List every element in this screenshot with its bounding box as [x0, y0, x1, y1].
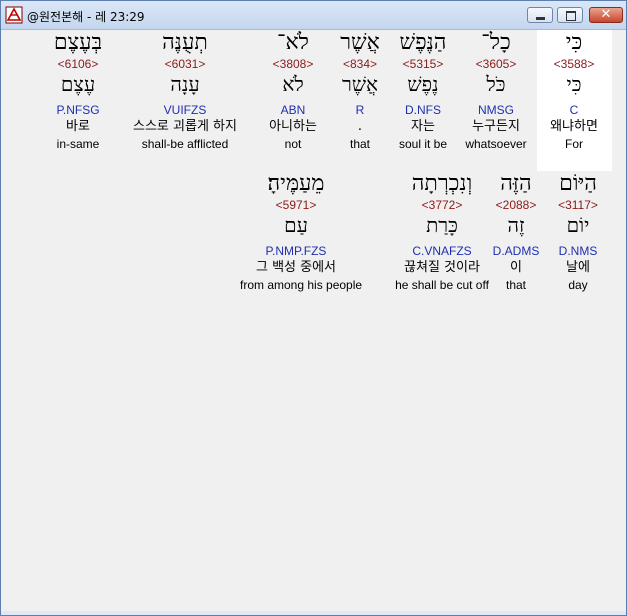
- lemma-word: עַם: [284, 213, 308, 237]
- korean-gloss: 끊쳐질 것이라: [404, 260, 480, 275]
- korean-gloss: 그 백성 중에서: [255, 260, 337, 275]
- word-column[interactable]: לֹא־ <3808> לֹא ABN 아니하는 not: [237, 32, 349, 154]
- minimize-icon: [536, 17, 545, 20]
- word-column[interactable]: תְעֻנֶּה <6031> עָנָה VUIFZS 스스로 괴롭게 하지 shall…: [129, 32, 241, 154]
- word-column[interactable]: וְנִכְרְתָה <3772> כָּרַת C.VNAFZS 끊쳐질 것이라 he…: [386, 173, 498, 295]
- hebrew-word: וְנִכְרְתָה: [411, 171, 473, 196]
- morphology-code: VUIFZS: [163, 103, 207, 117]
- close-button[interactable]: ✕: [589, 7, 623, 23]
- korean-gloss: 바로: [66, 119, 90, 134]
- hebrew-word: בְּעֶצֶם: [53, 30, 103, 55]
- hebrew-word: לֹא־: [277, 30, 309, 55]
- window-bottom-edge: [1, 611, 626, 615]
- lemma-word: לֹא: [282, 72, 304, 96]
- english-gloss: not: [284, 137, 302, 151]
- english-gloss: from among his people: [240, 278, 363, 292]
- korean-gloss: 아니하는: [269, 119, 317, 134]
- word-column[interactable]: בְּעֶצֶם <6106> עֶצֶם P.NFSG 바로 in-same: [22, 32, 134, 154]
- title-bar[interactable]: @원전본해 - 레 23:29 ✕: [1, 1, 626, 30]
- app-window: @원전본해 - 레 23:29 ✕ כִּי <3588> כִּי C 왜냐하면 For…: [0, 0, 627, 616]
- korean-gloss: 스스로 괴롭게 하지: [133, 119, 237, 134]
- lemma-word: עָנָה: [170, 72, 200, 96]
- maximize-icon: [566, 11, 576, 21]
- lemma-word: כָּרַת: [426, 213, 458, 237]
- maximize-button[interactable]: [557, 7, 583, 23]
- hebrew-word: מֵעַמֶּיהָ׃: [267, 171, 325, 196]
- morphology-code: P.NMP.FZS: [265, 244, 327, 258]
- interlinear-panel: כִּי <3588> כִּי C 왜냐하면 For כָל־ <3605> כֹּל NMSG…: [5, 30, 622, 612]
- app-logo-icon: [5, 6, 23, 24]
- morphology-code: P.NFSG: [56, 103, 100, 117]
- morphology-code: ABN: [280, 103, 306, 117]
- english-gloss: he shall be cut off: [395, 278, 489, 292]
- close-icon: ✕: [600, 7, 612, 22]
- hebrew-word: תְעֻנֶּה: [162, 30, 208, 55]
- english-gloss: in-same: [56, 137, 100, 151]
- english-gloss: shall-be afflicted: [141, 137, 229, 151]
- lemma-word: עֶצֶם: [60, 72, 96, 96]
- window-title: @원전본해 - 레 23:29: [27, 10, 145, 24]
- word-column[interactable]: מֵעַמֶּיהָ׃ <5971> עַם P.NMP.FZS 그 백성 중에서 fro…: [240, 171, 363, 295]
- minimize-button[interactable]: [527, 7, 553, 23]
- morphology-code: C.VNAFZS: [412, 244, 472, 258]
